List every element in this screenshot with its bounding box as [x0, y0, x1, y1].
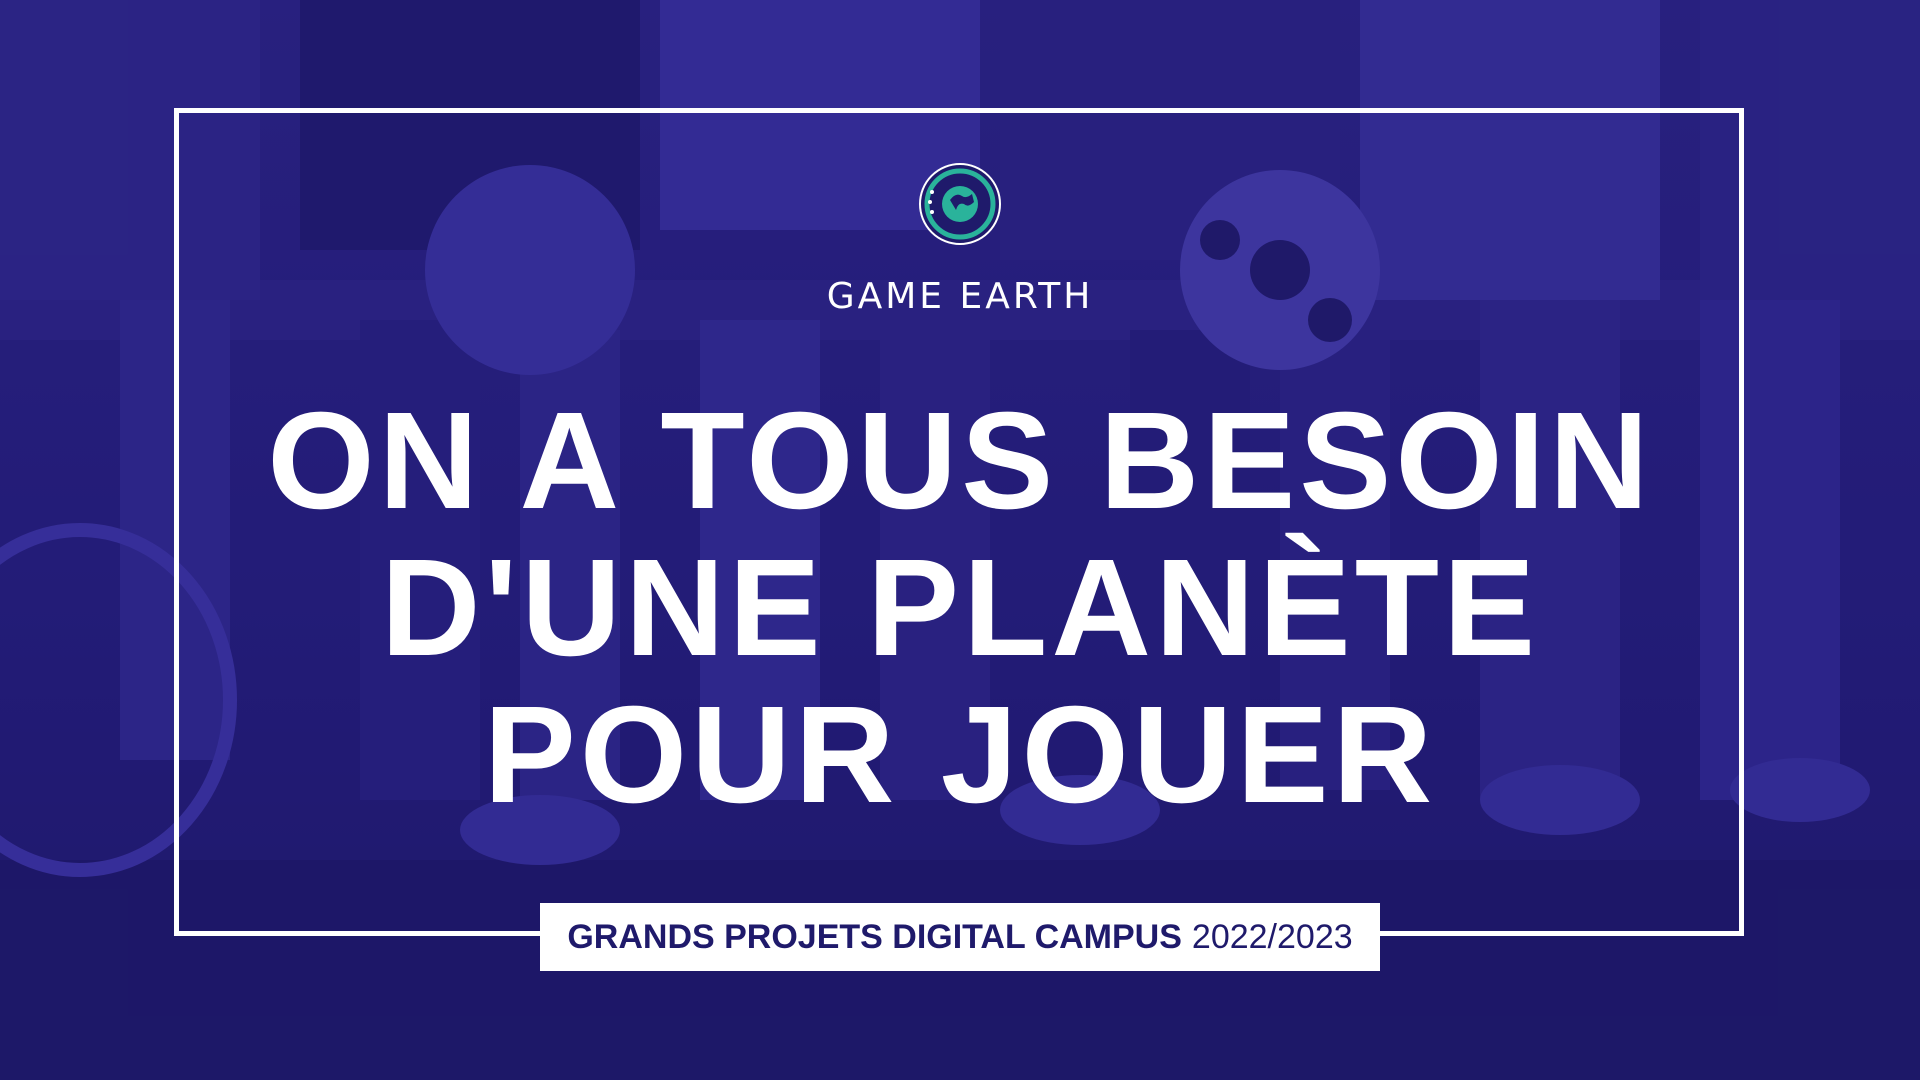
footer-band: GRANDS PROJETS DIGITAL CAMPUS 2022/2023 [540, 903, 1380, 971]
headline-line-2: D'UNE PLANÈTE [380, 531, 1540, 685]
headline: ON A TOUS BESOIN D'UNE PLANÈTE POUR JOUE… [0, 388, 1920, 829]
headline-line-3: POUR JOUER [483, 678, 1437, 832]
footer-label: GRANDS PROJETS DIGITAL CAMPUS [567, 917, 1182, 956]
brand-name: GAME EARTH [826, 276, 1094, 317]
hero-banner: GAME EARTH ON A TOUS BESOIN D'UNE PLANÈT… [0, 0, 1920, 1080]
game-earth-globe-icon [919, 163, 1001, 245]
footer-year: 2022/2023 [1191, 917, 1353, 956]
headline-line-1: ON A TOUS BESOIN [267, 384, 1653, 538]
